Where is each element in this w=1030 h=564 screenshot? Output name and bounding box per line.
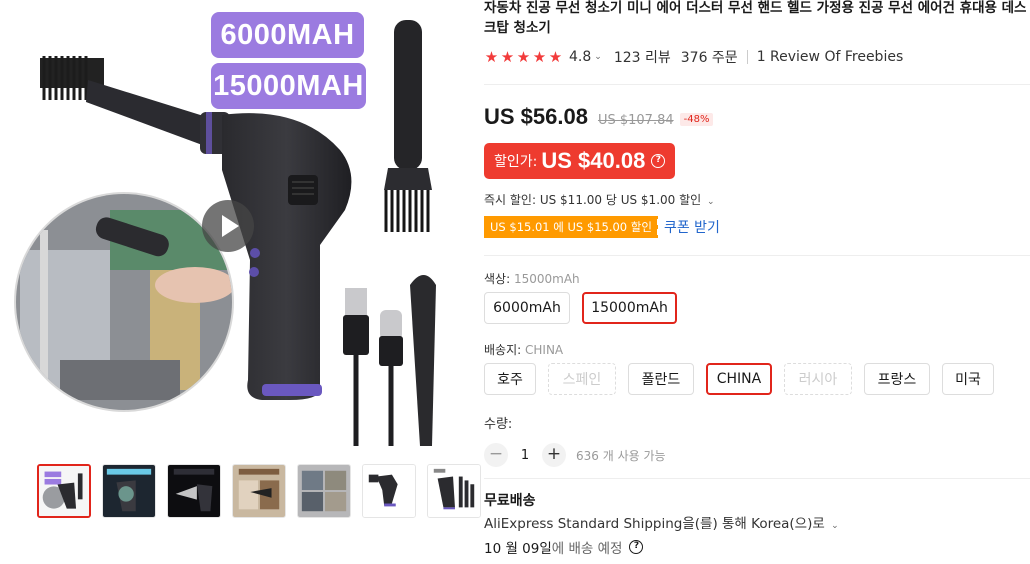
instant-discount[interactable]: 즉시 할인: US $11.00 당 US $1.00 할인 ⌄ (484, 191, 715, 208)
reviews-count[interactable]: 123 리뷰 (614, 47, 671, 67)
divider (746, 50, 748, 64)
ship-from-label-text: 배송지: (484, 343, 522, 357)
orders-count: 376 주문 (680, 50, 738, 66)
sale-price: US $40.08 (541, 148, 646, 173)
price-row: US $56.08 US $107.84 -48% (484, 104, 714, 130)
color-selected-value: 15000mAh (513, 272, 580, 286)
divider (484, 255, 1030, 256)
quantity-plus-button[interactable]: + (542, 443, 566, 467)
divider (484, 84, 1030, 85)
star-icon: ★ (532, 48, 547, 66)
color-option-6000mah[interactable]: 6000mAh (484, 292, 570, 324)
ship-from-selected-value: CHINA (525, 343, 564, 357)
rating-value[interactable]: 4.8 (569, 49, 591, 65)
thumbnail-6[interactable] (362, 464, 416, 518)
star-icon: ★ (516, 48, 531, 66)
ship-option-poland[interactable]: 폴란드 (628, 363, 694, 395)
chevron-down-icon[interactable]: ⌄ (594, 52, 602, 62)
instant-discount-text: 즉시 할인: US $11.00 당 US $1.00 할인 (484, 193, 702, 207)
get-coupon-link[interactable]: 쿠폰 받기 (664, 217, 720, 237)
star-icon: ★ (500, 48, 515, 66)
chevron-down-icon: ⌄ (831, 521, 839, 531)
thumbnail-4[interactable] (232, 464, 286, 518)
sale-label: 할인가: (494, 154, 538, 170)
thumbnail-7[interactable] (427, 464, 481, 518)
main-product-image[interactable]: 6000MAH 15000MAH (0, 0, 470, 456)
delivery-date: 10 월 09일 (484, 541, 552, 557)
ship-option-usa[interactable]: 미국 (942, 363, 994, 395)
shipping-title: 무료배송 (484, 493, 536, 509)
thumbnail-5[interactable] (297, 464, 351, 518)
ship-from-label: 배송지: CHINA (484, 341, 563, 358)
rating-stars: ★ ★ ★ ★ ★ (484, 48, 563, 66)
freebies-link[interactable]: 1 Review Of Freebies (757, 49, 904, 65)
quantity-label: 수량: (484, 417, 513, 432)
cone-nozzle (410, 275, 436, 446)
thumbnail-3[interactable] (167, 464, 221, 518)
discount-badge: -48% (679, 113, 714, 126)
thumbnail-1[interactable] (37, 464, 91, 518)
rating-row: ★ ★ ★ ★ ★ 4.8 ⌄ 123 리뷰 376 주문 1 Review O… (484, 47, 1030, 67)
help-icon[interactable]: ? (629, 540, 644, 554)
thumbnail-2[interactable] (102, 464, 156, 518)
delivery-date-suffix: 에 배송 예정 (551, 541, 623, 557)
ship-option-russia[interactable]: 러시아 (784, 363, 852, 395)
ship-option-australia[interactable]: 호주 (484, 363, 536, 395)
capacity-badge-6000: 6000MAH (211, 12, 364, 58)
nozzle-attachment (384, 20, 432, 232)
product-info-panel: 자동차 진공 무선 청소기 미니 에어 더스터 무선 핸드 헬드 가정용 진공 … (484, 0, 1030, 557)
ship-option-china[interactable]: CHINA (706, 363, 772, 395)
video-play-button[interactable] (202, 200, 254, 252)
chevron-down-icon: ⌄ (707, 197, 715, 207)
sale-price-box: 할인가: US $40.08 ? (484, 143, 676, 179)
ship-option-spain[interactable]: 스페인 (548, 363, 616, 395)
star-icon: ★ (548, 48, 563, 66)
color-option-15000mah[interactable]: 15000mAh (582, 292, 677, 324)
product-gallery: 6000MAH 15000MAH (0, 0, 481, 564)
question-icon[interactable]: ? (651, 154, 666, 168)
quantity-available: 636 개 사용 가능 (576, 448, 666, 463)
product-title: 자동차 진공 무선 청소기 미니 에어 더스터 무선 핸드 헬드 가정용 진공 … (484, 0, 1027, 36)
ship-option-france[interactable]: 프랑스 (864, 363, 930, 395)
thumbnail-strip (37, 464, 481, 518)
coupon-row: US $15.01 에 US $15.00 할인 쿠폰 받기 (484, 216, 720, 238)
coupon-tag: US $15.01 에 US $15.00 할인 (484, 216, 659, 238)
usb-cable (343, 288, 403, 446)
star-icon: ★ (484, 48, 499, 66)
color-label-text: 색상: (484, 272, 511, 286)
original-price: US $107.84 (597, 113, 674, 128)
color-label: 색상: 15000mAh (484, 270, 580, 287)
quantity-value[interactable]: 1 (508, 448, 542, 463)
nozzle (86, 80, 210, 146)
divider (484, 478, 1030, 479)
shipping-method-text: AliExpress Standard Shipping을(를) 통해 Kore… (484, 516, 825, 532)
delivery-estimate: 10 월 09일 에 배송 예정 ? (484, 537, 644, 557)
quantity-minus-button[interactable]: − (484, 443, 508, 467)
capacity-badge-15000: 15000MAH (211, 63, 366, 109)
quantity-stepper: − 1 + 636 개 사용 가능 (484, 443, 666, 467)
current-price: US $56.08 (484, 104, 588, 129)
blower-body (222, 113, 352, 400)
shipping-method[interactable]: AliExpress Standard Shipping을(를) 통해 Kore… (484, 512, 839, 532)
